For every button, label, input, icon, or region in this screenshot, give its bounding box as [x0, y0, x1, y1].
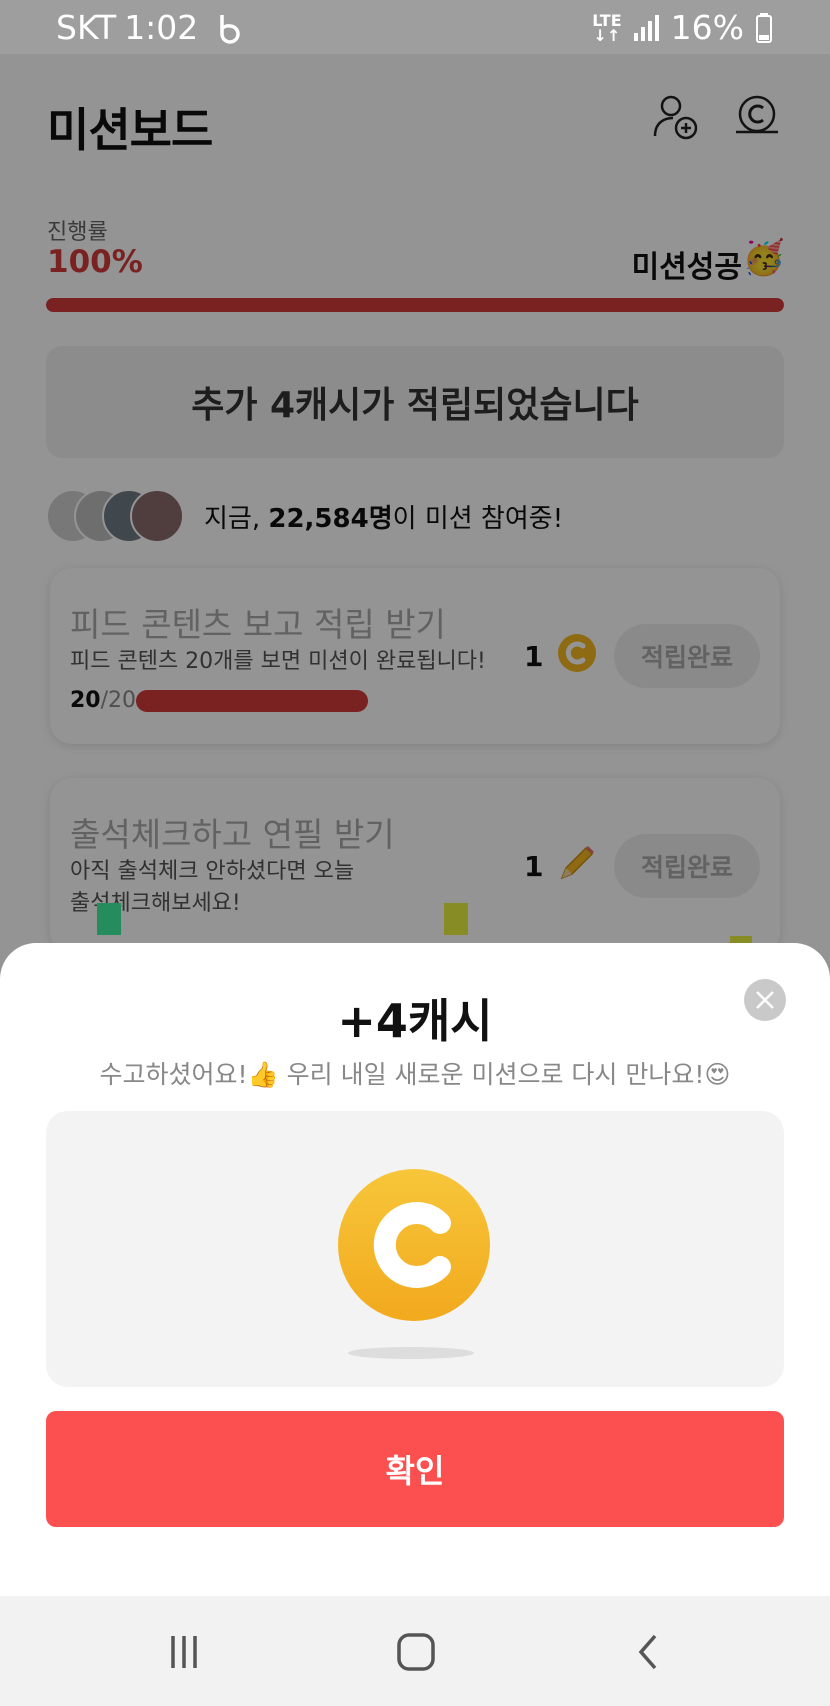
coin-icon — [338, 1169, 490, 1321]
battery-icon — [756, 12, 772, 43]
signal-icon — [633, 14, 659, 41]
recent-apps-button[interactable] — [156, 1624, 212, 1680]
home-icon — [397, 1633, 435, 1671]
reward-title: +4캐시 — [337, 994, 493, 1048]
coin-display — [46, 1111, 784, 1387]
carrier: SKT — [56, 8, 117, 47]
reward-bottom-sheet: +4캐시 수고하셨어요!👍 우리 내일 새로운 미션으로 다시 만나요!😍 확인 — [0, 943, 830, 1596]
status-right: LTE ↓↑ 16% — [592, 8, 772, 47]
back-button[interactable] — [620, 1624, 676, 1680]
home-button[interactable] — [388, 1624, 444, 1680]
system-nav-bar — [0, 1596, 830, 1706]
recent-apps-icon — [171, 1636, 197, 1668]
confirm-button[interactable]: 확인 — [46, 1411, 784, 1527]
clock: 1:02 — [124, 8, 199, 47]
battery-percent: 16% — [670, 8, 744, 47]
b-logo-icon — [220, 14, 241, 44]
back-icon — [638, 1634, 657, 1670]
status-bar: SKT 1:02 LTE ↓↑ 16% — [0, 0, 830, 54]
lte-icon: LTE ↓↑ — [592, 10, 622, 45]
coin-shadow — [348, 1347, 474, 1359]
reward-subtitle: 수고하셨어요!👍 우리 내일 새로운 미션으로 다시 만나요!😍 — [99, 1060, 731, 1089]
status-left: SKT 1:02 — [56, 8, 244, 47]
